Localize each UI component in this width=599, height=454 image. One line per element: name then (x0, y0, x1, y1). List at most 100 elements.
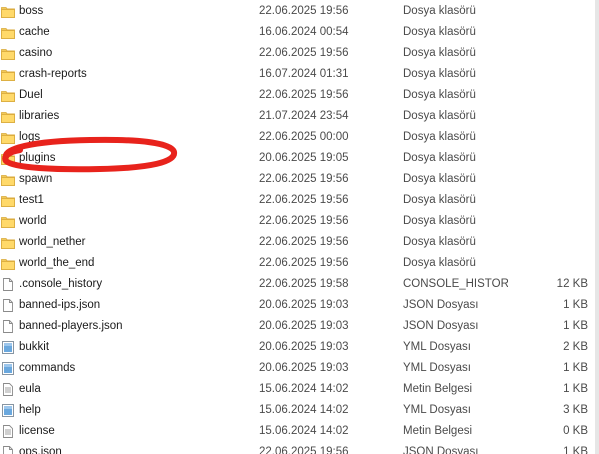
file-row[interactable]: .console_history 22.06.2025 19:58 CONSOLE_… (0, 274, 599, 295)
file-name: eula (19, 383, 41, 395)
file-date-modified: 22.06.2025 19:58 (259, 278, 349, 290)
file-icon (1, 320, 15, 333)
file-name: world_nether (19, 236, 86, 248)
file-name: banned-players.json (19, 320, 123, 332)
file-size: 1 KB (563, 299, 588, 311)
file-date-modified: 15.06.2024 14:02 (259, 383, 349, 395)
file-row[interactable]: eula 15.06.2024 14:02 Metin Belgesi 1 KB (0, 379, 599, 400)
file-icon (1, 299, 15, 312)
file-type: Dosya klasörü (403, 236, 476, 248)
file-name: casino (19, 47, 53, 59)
file-name: commands (19, 362, 76, 374)
file-name: .console_history (19, 278, 103, 290)
file-row[interactable]: help 15.06.2024 14:02 YML Dosyası 3 KB (0, 400, 599, 421)
yml-file-icon (1, 362, 15, 375)
file-type: Dosya klasörü (403, 5, 476, 17)
file-size: 1 KB (563, 446, 588, 454)
folder-icon (1, 173, 15, 186)
file-date-modified: 22.06.2025 19:56 (259, 446, 349, 454)
file-name: spawn (19, 173, 53, 185)
file-size: 1 KB (563, 320, 588, 332)
file-name: boss (19, 5, 44, 17)
file-row[interactable]: world_nether 22.06.2025 19:56 Dosya klasör… (0, 232, 599, 253)
file-date-modified: 22.06.2025 19:56 (259, 194, 349, 206)
file-type: YML Dosyası (403, 341, 471, 353)
file-row[interactable]: ops.json 22.06.2025 19:56 JSON Dosyası 1 KB (0, 442, 599, 454)
file-date-modified: 16.06.2024 00:54 (259, 26, 349, 38)
file-date-modified: 22.06.2025 19:56 (259, 5, 349, 17)
folder-icon (1, 26, 15, 39)
file-name: cache (19, 26, 50, 38)
file-size: 3 KB (563, 404, 588, 416)
file-type: JSON Dosyası (403, 320, 479, 332)
file-date-modified: 20.06.2025 19:03 (259, 362, 349, 374)
file-date-modified: 22.06.2025 19:56 (259, 236, 349, 248)
file-date-modified: 15.06.2024 14:02 (259, 404, 349, 416)
file-row[interactable]: casino 22.06.2025 19:56 Dosya klasörü (0, 43, 599, 64)
file-date-modified: 21.07.2024 23:54 (259, 110, 349, 122)
file-row[interactable]: Duel 22.06.2025 19:56 Dosya klasörü (0, 85, 599, 106)
file-date-modified: 20.06.2025 19:03 (259, 341, 349, 353)
file-row[interactable]: plugins 20.06.2025 19:05 Dosya klasörü (0, 148, 599, 169)
file-date-modified: 22.06.2025 19:56 (259, 47, 349, 59)
yml-file-icon (1, 404, 15, 417)
file-type: JSON Dosyası (403, 446, 479, 454)
file-size: 1 KB (563, 383, 588, 395)
file-row[interactable]: cache 16.06.2024 00:54 Dosya klasörü (0, 22, 599, 43)
file-row[interactable]: crash-reports 16.07.2024 01:31 Dosya klasö… (0, 64, 599, 85)
file-type: Dosya klasörü (403, 89, 476, 101)
file-type: YML Dosyası (403, 362, 471, 374)
folder-icon (1, 236, 15, 249)
file-row[interactable]: commands 20.06.2025 19:03 YML Dosyası 1 KB (0, 358, 599, 379)
file-size: 1 KB (563, 362, 588, 374)
file-name: crash-reports (19, 68, 87, 80)
text-file-icon (1, 425, 15, 438)
file-row[interactable]: world_the_end 22.06.2025 19:56 Dosya klasö… (0, 253, 599, 274)
folder-icon (1, 257, 15, 270)
file-row[interactable]: libraries 21.07.2024 23:54 Dosya klasörü (0, 106, 599, 127)
file-type: Dosya klasörü (403, 173, 476, 185)
file-size: 0 KB (563, 425, 588, 437)
file-name: world (19, 215, 47, 227)
file-name: help (19, 404, 41, 416)
file-date-modified: 22.06.2025 19:56 (259, 215, 349, 227)
folder-icon (1, 152, 15, 165)
file-date-modified: 20.06.2025 19:03 (259, 320, 349, 332)
file-type: Dosya klasörü (403, 257, 476, 269)
file-type: Metin Belgesi (403, 425, 473, 437)
file-row[interactable]: spawn 22.06.2025 19:56 Dosya klasörü (0, 169, 599, 190)
file-type: Dosya klasörü (403, 47, 476, 59)
file-type: CONSOLE_HISTOR... (403, 278, 508, 290)
file-size: 2 KB (563, 341, 588, 353)
file-date-modified: 22.06.2025 00:00 (259, 131, 349, 143)
file-type: Dosya klasörü (403, 152, 476, 164)
file-type: Dosya klasörü (403, 110, 476, 122)
file-name: banned-ips.json (19, 299, 101, 311)
file-row[interactable]: banned-players.json 20.06.2025 19:03 JSON … (0, 316, 599, 337)
folder-icon (1, 194, 15, 207)
file-name: ops.json (19, 446, 62, 454)
file-row[interactable]: license 15.06.2024 14:02 Metin Belgesi 0 KB (0, 421, 599, 442)
scrollbar[interactable] (595, 0, 599, 454)
file-date-modified: 22.06.2025 19:56 (259, 173, 349, 185)
file-date-modified: 20.06.2025 19:03 (259, 299, 349, 311)
text-file-icon (1, 383, 15, 396)
file-type: Dosya klasörü (403, 26, 476, 38)
file-row[interactable]: logs 22.06.2025 00:00 Dosya klasörü (0, 127, 599, 148)
folder-icon (1, 131, 15, 144)
file-row[interactable]: bukkit 20.06.2025 19:03 YML Dosyası 2 KB (0, 337, 599, 358)
folder-icon (1, 89, 15, 102)
file-type: JSON Dosyası (403, 299, 479, 311)
file-name: Duel (19, 89, 43, 101)
file-type: Dosya klasörü (403, 194, 476, 206)
file-date-modified: 15.06.2024 14:02 (259, 425, 349, 437)
file-name: bukkit (19, 341, 50, 353)
file-name: plugins (19, 152, 56, 164)
file-row[interactable]: boss 22.06.2025 19:56 Dosya klasörü (0, 1, 599, 22)
folder-icon (1, 215, 15, 228)
file-row[interactable]: test1 22.06.2025 19:56 Dosya klasörü (0, 190, 599, 211)
file-date-modified: 20.06.2025 19:05 (259, 152, 349, 164)
file-row[interactable]: banned-ips.json 20.06.2025 19:03 JSON Dosy… (0, 295, 599, 316)
file-date-modified: 22.06.2025 19:56 (259, 257, 349, 269)
file-row[interactable]: world 22.06.2025 19:56 Dosya klasörü (0, 211, 599, 232)
